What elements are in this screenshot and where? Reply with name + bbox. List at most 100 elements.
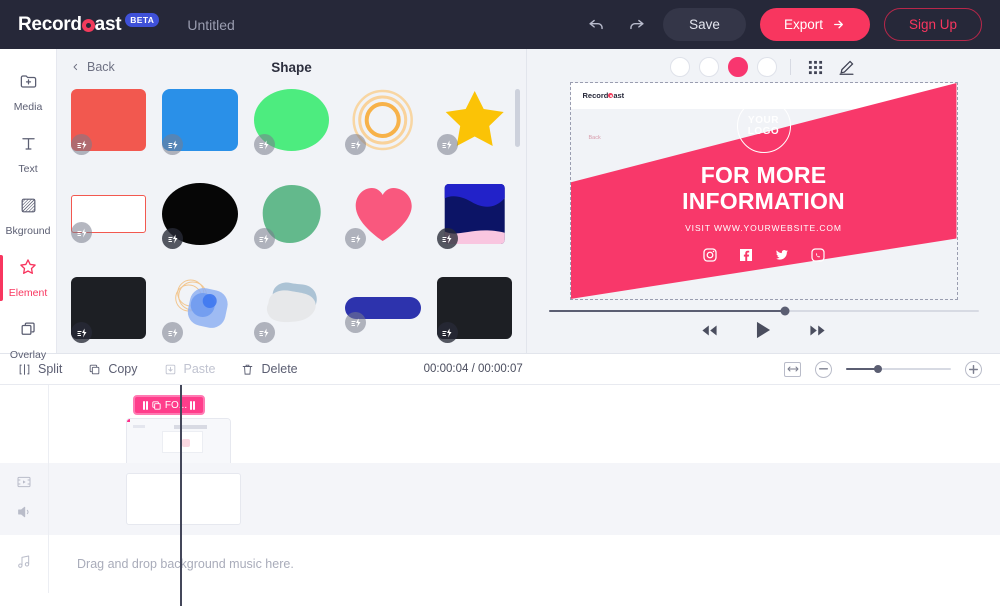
scrub-handle[interactable]: [780, 306, 790, 316]
animate-badge-icon[interactable]: [345, 228, 367, 249]
shape-pink-heart[interactable]: [345, 183, 420, 249]
scrub-fill: [548, 310, 785, 312]
film-strip-icon[interactable]: [16, 474, 32, 495]
pen-icon[interactable]: [835, 56, 857, 78]
animate-badge-icon[interactable]: [436, 134, 458, 155]
shape-outline-rect[interactable]: [71, 183, 147, 245]
speaker-icon[interactable]: [16, 504, 32, 525]
paste-icon: [165, 364, 175, 374]
timeline-clip-selected[interactable]: FO...: [133, 395, 205, 415]
play-icon[interactable]: [756, 321, 771, 339]
animate-badge-icon[interactable]: [71, 222, 92, 243]
clip-handle-left[interactable]: [143, 400, 148, 410]
animate-badge-icon[interactable]: [436, 228, 458, 249]
sidebar-label-overlay: Overlay: [9, 348, 47, 361]
sidebar-item-bkground[interactable]: Bkground: [0, 185, 56, 247]
playback-controls: [701, 321, 826, 339]
animate-badge-icon[interactable]: [71, 134, 92, 155]
canvas-social-icons: [571, 247, 957, 263]
fit-width-icon[interactable]: [784, 361, 801, 377]
track-area-video[interactable]: [48, 463, 1000, 535]
panel-scrollbar[interactable]: [515, 89, 520, 147]
sidebar-item-overlay[interactable]: Overlay: [0, 309, 56, 371]
mini-logo-post: ast: [613, 91, 625, 100]
playhead[interactable]: [180, 385, 182, 606]
color-swatch-4[interactable]: [757, 57, 777, 77]
shape-dark-square-2[interactable]: [436, 277, 512, 343]
zoom-in-button[interactable]: [965, 360, 982, 378]
animate-badge-icon[interactable]: [436, 322, 458, 343]
shape-sage-blob[interactable]: [253, 183, 329, 249]
arrow-right-icon: [834, 20, 843, 29]
sidebar-item-media[interactable]: Media: [0, 61, 56, 123]
animate-badge-icon[interactable]: [345, 312, 367, 333]
shape-concentric-rings[interactable]: [345, 89, 420, 155]
zoom-out-button[interactable]: [815, 360, 832, 378]
animate-badge-icon[interactable]: [253, 228, 275, 249]
logo-text-post: ast: [94, 13, 122, 35]
undo-icon[interactable]: [583, 12, 609, 38]
twitter-icon[interactable]: [774, 247, 790, 263]
document-title[interactable]: Untitled: [187, 17, 234, 33]
color-swatch-2[interactable]: [699, 57, 719, 77]
facebook-icon[interactable]: [738, 247, 754, 263]
animate-badge-icon[interactable]: [71, 322, 92, 343]
playback-scrubber[interactable]: [548, 306, 979, 316]
back-button[interactable]: Back: [71, 60, 115, 74]
app-logo[interactable]: Record ast BETA: [18, 12, 160, 36]
signup-button[interactable]: Sign Up: [883, 8, 982, 41]
preview-canvas[interactable]: Record ast Back YOUR LOGO FOR MORE INFORM…: [569, 82, 958, 300]
whatsapp-icon[interactable]: [810, 247, 826, 263]
background-icon: [19, 196, 38, 220]
color-swatch-1[interactable]: [670, 57, 690, 77]
clip-handle-right[interactable]: [190, 400, 195, 410]
canvas-headline[interactable]: FOR MORE INFORMATION: [571, 162, 957, 215]
track-gutter-clips: [0, 385, 48, 463]
shape-dark-square[interactable]: [71, 277, 147, 343]
track-area-clips[interactable]: FO...: [48, 385, 1000, 471]
shape-blue-blob-cluster[interactable]: [162, 277, 237, 343]
selection-handle-tl[interactable]: [127, 419, 130, 422]
time-display: 00:00:04 / 00:00:07: [423, 363, 523, 375]
delete-label: Delete: [261, 362, 298, 376]
canvas-subline[interactable]: VISIT WWW.YOURWEBSITE.COM: [571, 223, 957, 233]
shape-yellow-star[interactable]: [436, 89, 512, 155]
shape-black-circle[interactable]: [162, 183, 238, 249]
sidebar-label-bkground: Bkground: [5, 224, 51, 237]
sidebar-item-element[interactable]: Element: [0, 247, 56, 309]
copy-button[interactable]: Copy: [88, 362, 138, 376]
shape-red-square[interactable]: [71, 89, 147, 155]
rewind-icon[interactable]: [701, 324, 718, 337]
shape-green-circle[interactable]: [253, 89, 330, 155]
animate-badge-icon[interactable]: [253, 134, 275, 155]
animate-badge-icon[interactable]: [345, 134, 367, 155]
save-button[interactable]: Save: [663, 8, 746, 41]
shape-blue-square[interactable]: [162, 89, 238, 155]
panel-title: Shape: [271, 59, 312, 75]
track-area-music[interactable]: Drag and drop background music here.: [48, 535, 1000, 593]
animate-badge-icon[interactable]: [162, 228, 184, 249]
grid-icon[interactable]: [804, 56, 826, 78]
color-swatch-3-selected[interactable]: [728, 57, 748, 77]
editor-body: Media Text Bkground Element Overlay Back…: [0, 49, 1000, 361]
timeline-zoom-controls: [784, 360, 982, 378]
canvas-logo-placeholder[interactable]: YOUR LOGO: [736, 99, 791, 153]
shape-navy-pill[interactable]: [345, 277, 421, 339]
music-note-icon[interactable]: [16, 554, 32, 575]
fast-forward-icon[interactable]: [809, 324, 826, 337]
shape-gray-cloud-blob[interactable]: [253, 277, 329, 343]
shape-navy-wave[interactable]: [436, 183, 512, 249]
zoom-slider[interactable]: [846, 365, 951, 373]
animate-badge-icon[interactable]: [253, 322, 275, 343]
delete-button[interactable]: Delete: [241, 362, 298, 376]
scrub-track[interactable]: [548, 306, 979, 316]
zoom-slider-handle[interactable]: [873, 365, 882, 373]
export-button[interactable]: Export: [759, 8, 870, 41]
redo-icon[interactable]: [623, 12, 649, 38]
copy-icon: [90, 364, 100, 374]
animate-badge-icon[interactable]: [162, 322, 184, 343]
video-clip[interactable]: [126, 473, 241, 525]
sidebar-item-text[interactable]: Text: [0, 123, 56, 185]
animate-badge-icon[interactable]: [162, 134, 184, 155]
instagram-icon[interactable]: [702, 247, 718, 263]
